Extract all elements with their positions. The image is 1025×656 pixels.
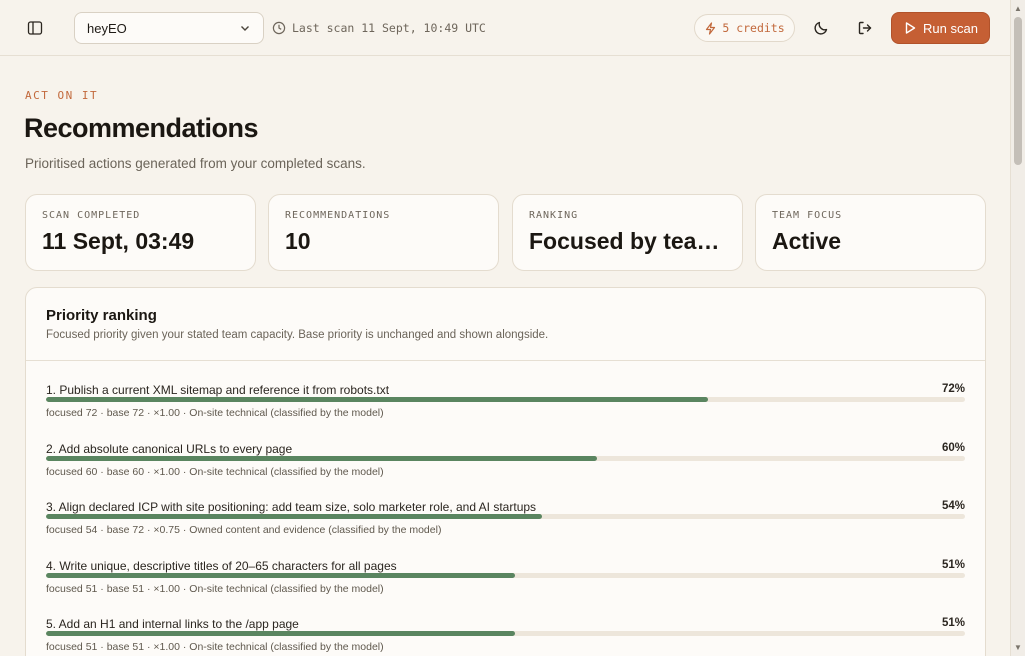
clock-icon (272, 21, 286, 35)
run-scan-label: Run scan (923, 20, 978, 36)
ranking-progress-track (46, 397, 965, 402)
ranking-item-percent: 51% (941, 559, 965, 571)
ranking-item-meta: focused 51 · base 51 · ×1.00 · On-site t… (46, 583, 384, 595)
stat-card-scan-completed: SCAN COMPLETED 11 Sept, 03:49 (25, 194, 256, 271)
last-scan-text: Last scan 11 Sept, 10:49 UTC (292, 21, 486, 35)
ranking-item-percent: 72% (941, 383, 965, 395)
project-select[interactable]: heyEO (74, 12, 264, 44)
ranking-item-meta: focused 60 · base 60 · ×1.00 · On-site t… (46, 466, 384, 478)
ranking-item-title: 4. Write unique, descriptive titles of 2… (46, 559, 397, 573)
play-icon (905, 22, 916, 34)
scrollbar[interactable]: ▲ ▼ (1010, 0, 1025, 656)
page-title: Recommendations (24, 113, 259, 143)
ranking-item-title: 3. Align declared ICP with site position… (46, 500, 537, 514)
page-eyebrow: ACT ON IT (25, 89, 99, 102)
stat-label: RANKING (529, 210, 579, 221)
stat-label: TEAM FOCUS (772, 210, 843, 221)
ranking-progress-fill (46, 397, 708, 402)
theme-toggle-button[interactable] (807, 14, 835, 42)
stat-card-recommendations: RECOMMENDATIONS 10 (268, 194, 499, 271)
logout-icon (858, 21, 872, 35)
ranking-item-meta: focused 51 · base 51 · ×1.00 · On-site t… (46, 641, 384, 653)
project-select-value: heyEO (87, 20, 127, 36)
stat-label: RECOMMENDATIONS (285, 210, 391, 221)
page-subtitle: Prioritised actions generated from your … (25, 156, 366, 171)
ranking-progress-fill (46, 631, 515, 636)
ranking-item-meta: focused 72 · base 72 · ×1.00 · On-site t… (46, 407, 384, 419)
ranking-progress-fill (46, 573, 515, 578)
sidebar-toggle-button[interactable] (21, 14, 49, 42)
ranking-progress-track (46, 573, 965, 578)
ranking-item-percent: 54% (941, 500, 965, 512)
ranking-item: 2. Add absolute canonical URLs to every … (46, 442, 965, 494)
chevron-down-icon (241, 26, 249, 31)
run-scan-button[interactable]: Run scan (891, 12, 990, 44)
moon-icon (814, 21, 828, 35)
last-scan-status: Last scan 11 Sept, 10:49 UTC (272, 19, 486, 37)
top-bar: heyEO Last scan 11 Sept, 10:49 UTC 5 cre… (0, 0, 1010, 56)
ranking-item: 4. Write unique, descriptive titles of 2… (46, 559, 965, 611)
stat-card-team-focus: TEAM FOCUS Active (755, 194, 986, 271)
stat-label: SCAN COMPLETED (42, 210, 141, 221)
stat-card-ranking: RANKING Focused by team capacity (512, 194, 743, 271)
ranking-item-title: 2. Add absolute canonical URLs to every … (46, 442, 293, 456)
ranking-item-percent: 51% (941, 617, 965, 629)
ranking-progress-track (46, 456, 965, 461)
ranking-item: 5. Add an H1 and internal links to the /… (46, 617, 965, 656)
panel-description: Focused priority given your stated team … (46, 329, 549, 341)
stat-value: 11 Sept, 03:49 (42, 228, 195, 254)
credits-text: 5 credits (722, 21, 785, 35)
lightning-icon (706, 21, 716, 35)
ranking-progress-fill (46, 456, 598, 461)
panel-title: Priority ranking (46, 307, 157, 324)
ranking-item: 3. Align declared ICP with site position… (46, 500, 965, 552)
logout-button[interactable] (851, 14, 879, 42)
stat-value: Active (772, 228, 842, 254)
ranking-progress-fill (46, 514, 543, 519)
scroll-up-icon[interactable]: ▲ (1014, 4, 1022, 13)
panel-header: Priority ranking Focused priority given … (26, 288, 985, 361)
scroll-down-icon[interactable]: ▼ (1014, 643, 1022, 652)
ranking-item-meta: focused 54 · base 72 · ×0.75 · Owned con… (46, 524, 442, 536)
sidebar-icon (27, 21, 43, 35)
ranking-item-percent: 60% (941, 442, 965, 454)
scroll-thumb[interactable] (1014, 17, 1022, 165)
ranking-item-title: 5. Add an H1 and internal links to the /… (46, 617, 299, 631)
credits-badge[interactable]: 5 credits (694, 14, 795, 42)
stat-value: 10 (285, 228, 311, 254)
priority-ranking-panel: Priority ranking Focused priority given … (25, 287, 986, 656)
ranking-progress-track (46, 514, 965, 519)
ranking-item-title: 1. Publish a current XML sitemap and ref… (46, 383, 390, 397)
ranking-item: 1. Publish a current XML sitemap and ref… (46, 383, 965, 435)
ranking-progress-track (46, 631, 965, 636)
stat-value: Focused by team capacity (529, 228, 729, 254)
